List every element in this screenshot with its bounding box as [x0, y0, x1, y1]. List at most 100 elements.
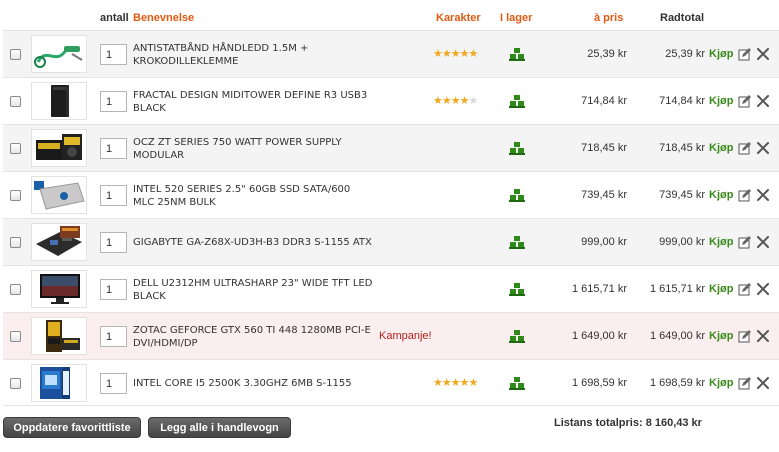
buy-link[interactable]: Kjøp [709, 95, 733, 107]
row-total: 25,39 kr [665, 48, 705, 60]
product-thumbnail[interactable] [31, 364, 87, 402]
quantity-input[interactable] [100, 138, 127, 159]
product-name: INTEL CORE I5 2500K 3.30GHZ 6MB S-1155 [133, 378, 352, 389]
edit-note-icon[interactable] [738, 141, 752, 155]
product-name-link[interactable]: INTEL CORE I5 2500K 3.30GHZ 6MB S-1155 [133, 360, 373, 407]
edit-note-icon[interactable] [738, 235, 752, 249]
product-name-link[interactable]: DELL U2312HM ULTRASHARP 23" WIDE TFT LED… [133, 266, 373, 313]
buy-link[interactable]: Kjøp [709, 377, 733, 389]
buy-link[interactable]: Kjøp [709, 189, 733, 201]
star-icon: ★ [433, 48, 443, 60]
remove-icon[interactable] [756, 141, 770, 155]
product-name-link[interactable]: FRACTAL DESIGN MIDITOWER DEFINE R3 USB3 … [133, 78, 373, 125]
remove-icon[interactable] [756, 282, 770, 296]
remove-icon[interactable] [756, 47, 770, 61]
remove-icon[interactable] [756, 188, 770, 202]
product-name: GIGABYTE GA-Z68X-UD3H-B3 DDR3 S-1155 ATX [133, 237, 372, 248]
list-total: Listans totalpris: 8 160,43 kr [554, 417, 702, 429]
list-total-label: Listans totalpris: [554, 417, 643, 429]
header-row-total: Radtotal [660, 12, 704, 24]
star-icon: ★ [450, 48, 461, 60]
product-thumbnail[interactable] [31, 35, 87, 73]
table-row: FRACTAL DESIGN MIDITOWER DEFINE R3 USB3 … [3, 77, 779, 124]
buy-link[interactable]: Kjøp [709, 236, 733, 248]
quantity-input[interactable] [100, 185, 127, 206]
table-row: OCZ ZT SERIES 750 WATT POWER SUPPLY MODU… [3, 124, 779, 171]
quantity-input[interactable] [100, 91, 127, 112]
product-thumbnail[interactable] [31, 223, 87, 261]
row-total: 718,45 kr [659, 142, 705, 154]
table-row: ANTISTATBÅND HÅNDLEDD 1.5M + KROKODILLEK… [3, 30, 779, 77]
select-checkbox[interactable] [10, 284, 21, 295]
header-rating[interactable]: Karakter [436, 12, 481, 24]
row-total: 714,84 kr [659, 95, 705, 107]
select-checkbox[interactable] [10, 237, 21, 248]
star-icon: ★ [450, 95, 461, 107]
select-checkbox[interactable] [10, 143, 21, 154]
remove-icon[interactable] [756, 376, 770, 390]
buy-link[interactable]: Kjøp [709, 283, 733, 295]
star-icon: ★ [459, 377, 470, 389]
star-icon: ★ [459, 95, 470, 107]
quantity-input[interactable] [100, 373, 127, 394]
edit-note-icon[interactable] [738, 282, 752, 296]
update-favorites-button[interactable]: Oppdatere favorittliste [3, 417, 141, 438]
buy-link[interactable]: Kjøp [709, 48, 733, 60]
product-thumbnail[interactable] [31, 176, 87, 214]
edit-note-icon[interactable] [738, 47, 752, 61]
header-unit-price[interactable]: à pris [594, 12, 623, 24]
table-row: INTEL CORE I5 2500K 3.30GHZ 6MB S-1155★★… [3, 359, 779, 406]
rating-stars: ★★★★★ [433, 95, 479, 107]
header-quantity: antall [100, 12, 129, 24]
quantity-input[interactable] [100, 279, 127, 300]
product-name: OCZ ZT SERIES 750 WATT POWER SUPPLY MODU… [133, 136, 342, 161]
header-stock[interactable]: I lager [500, 12, 532, 24]
star-icon: ★ [459, 48, 470, 60]
star-icon: ★ [441, 48, 452, 60]
product-name-link[interactable]: ZOTAC GEFORCE GTX 560 TI 448 1280MB PCI-… [133, 313, 373, 360]
header-description[interactable]: Benevnelse [133, 12, 194, 24]
edit-note-icon[interactable] [738, 376, 752, 390]
star-icon: ★ [468, 95, 479, 107]
select-checkbox[interactable] [10, 190, 21, 201]
edit-note-icon[interactable] [738, 188, 752, 202]
list-total-value: 8 160,43 kr [645, 417, 702, 429]
table-row: INTEL 520 SERIES 2.5" 60GB SSD SATA/600 … [3, 171, 779, 218]
remove-icon[interactable] [756, 235, 770, 249]
product-thumbnail[interactable] [31, 270, 87, 308]
star-icon: ★ [433, 377, 443, 389]
remove-icon[interactable] [756, 329, 770, 343]
edit-note-icon[interactable] [738, 94, 752, 108]
select-checkbox[interactable] [10, 96, 21, 107]
row-total: 1 698,59 kr [649, 377, 705, 389]
product-thumbnail[interactable] [31, 82, 87, 120]
table-row: GIGABYTE GA-Z68X-UD3H-B3 DDR3 S-1155 ATX… [3, 218, 779, 265]
select-checkbox[interactable] [10, 331, 21, 342]
quantity-input[interactable] [100, 326, 127, 347]
campaign-badge: Kampanje! [379, 330, 432, 342]
quantity-input[interactable] [100, 44, 127, 65]
product-name-link[interactable]: ANTISTATBÅND HÅNDLEDD 1.5M + KROKODILLEK… [133, 31, 373, 78]
table-row: DELL U2312HM ULTRASHARP 23" WIDE TFT LED… [3, 265, 779, 312]
product-thumbnail[interactable] [31, 129, 87, 167]
edit-note-icon[interactable] [738, 329, 752, 343]
add-all-to-cart-button[interactable]: Legg alle i handlevogn [148, 417, 291, 438]
star-icon: ★ [441, 95, 452, 107]
product-name: FRACTAL DESIGN MIDITOWER DEFINE R3 USB3 … [133, 89, 368, 114]
product-name-link[interactable]: GIGABYTE GA-Z68X-UD3H-B3 DDR3 S-1155 ATX [133, 219, 373, 266]
product-name-link[interactable]: OCZ ZT SERIES 750 WATT POWER SUPPLY MODU… [133, 125, 373, 172]
rating-stars: ★★★★★ [433, 48, 478, 60]
remove-icon[interactable] [756, 94, 770, 108]
row-total: 1 615,71 kr [649, 283, 705, 295]
select-checkbox[interactable] [10, 378, 21, 389]
product-thumbnail[interactable] [31, 317, 87, 355]
buy-link[interactable]: Kjøp [709, 142, 733, 154]
star-icon: ★ [441, 377, 452, 389]
select-checkbox[interactable] [10, 49, 21, 60]
star-icon: ★ [468, 377, 479, 389]
quantity-input[interactable] [100, 232, 127, 253]
product-name-link[interactable]: INTEL 520 SERIES 2.5" 60GB SSD SATA/600 … [133, 172, 373, 219]
buy-link[interactable]: Kjøp [709, 330, 733, 342]
rating-stars: ★★★★★ [433, 377, 479, 389]
product-name: INTEL 520 SERIES 2.5" 60GB SSD SATA/600 … [133, 183, 351, 208]
